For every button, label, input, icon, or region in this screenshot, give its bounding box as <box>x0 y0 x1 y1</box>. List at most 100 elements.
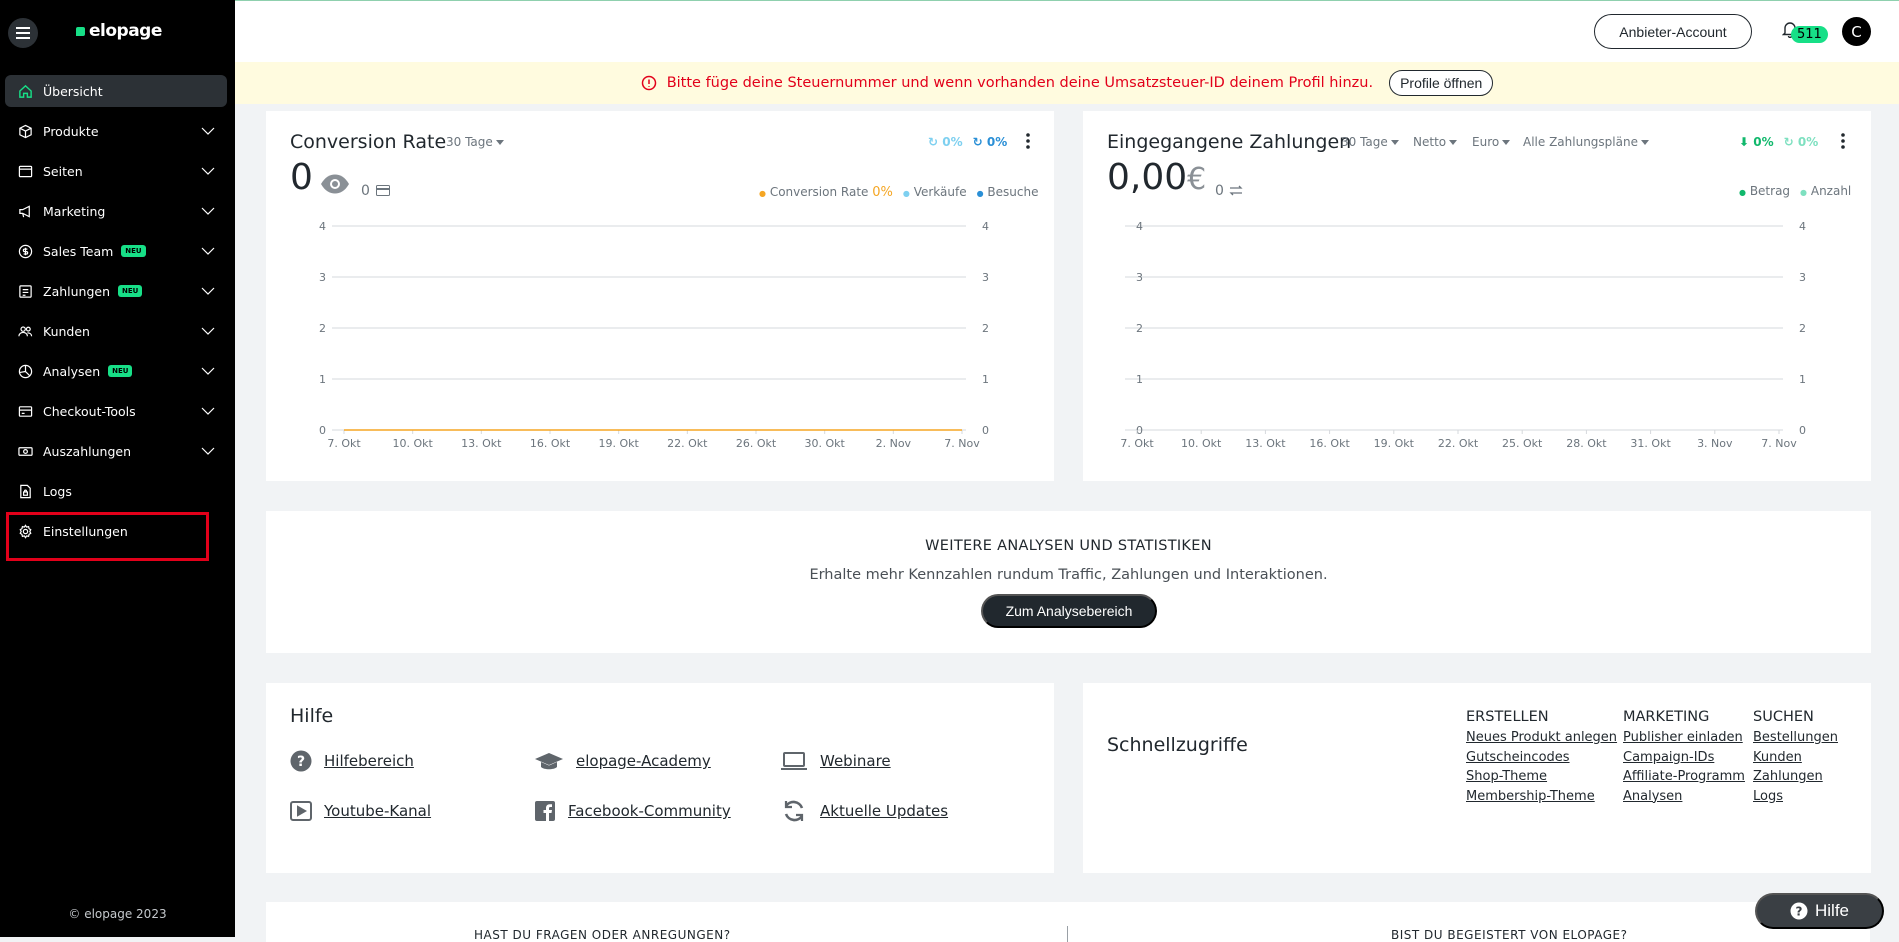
y-tick-label-left: 2 <box>319 322 326 335</box>
x-tick-label: 7. Nov <box>1761 437 1797 450</box>
sidebar-item-sales-team[interactable]: Sales Team NEU <box>5 235 227 267</box>
logo-mark-icon <box>76 26 85 36</box>
go-to-analytics-button[interactable]: Zum Analysebereich <box>981 594 1157 628</box>
x-tick-label: 30. Okt <box>804 437 845 450</box>
x-tick-label: 10. Okt <box>392 437 433 450</box>
sidebar-item-analysen[interactable]: Analysen NEU <box>5 355 227 387</box>
conversion-rate-card: Conversion Rate 30 Tage 0 0 ↻ 0% ↻ 0% ● … <box>266 111 1054 481</box>
analytics-promo-card: WEITERE ANALYSEN UND STATISTIKEN Erhalte… <box>266 511 1871 653</box>
sidebar-item-seiten[interactable]: Seiten <box>5 155 227 187</box>
browser-icon <box>17 163 33 179</box>
quick-link[interactable]: Shop-Theme <box>1466 767 1617 787</box>
x-tick-label: 31. Okt <box>1630 437 1671 450</box>
chevron-down-icon <box>201 447 215 455</box>
help-link-hilfebereich[interactable]: ? Hilfebereich <box>290 750 414 772</box>
sidebar-item-produkte[interactable]: Produkte <box>5 115 227 147</box>
box-icon <box>17 123 33 139</box>
money-icon <box>17 443 33 459</box>
y-tick-label-right: 1 <box>1799 373 1806 386</box>
sidebar-nav: Übersicht Produkte Seiten Marketing Sale… <box>5 75 227 555</box>
chart-pie-icon <box>17 363 33 379</box>
open-profile-button[interactable]: Profile öffnen <box>1389 70 1494 96</box>
laptop-icon <box>780 750 808 772</box>
help-link-academy[interactable]: elopage-Academy <box>534 750 711 772</box>
quick-column-search: SUCHEN Bestellungen Kunden Zahlungen Log… <box>1753 709 1838 806</box>
sidebar-item-uebersicht[interactable]: Übersicht <box>5 75 227 107</box>
y-tick-label-right: 3 <box>1799 271 1806 284</box>
x-tick-label: 22. Okt <box>1438 437 1479 450</box>
x-tick-label: 19. Okt <box>1374 437 1415 450</box>
help-card: Hilfe ? Hilfebereich elopage-Academy Web… <box>266 683 1054 873</box>
feedback-question-heading: HAST DU FRAGEN ODER ANREGUNGEN? <box>474 928 731 942</box>
sidebar-item-zahlungen[interactable]: Zahlungen NEU <box>5 275 227 307</box>
question-circle-icon: ? <box>1790 902 1808 920</box>
svg-text:?: ? <box>1796 905 1803 919</box>
sidebar-item-marketing[interactable]: Marketing <box>5 195 227 227</box>
quick-link[interactable]: Membership-Theme <box>1466 787 1617 807</box>
x-tick-label: 7. Nov <box>944 437 980 450</box>
quick-access-title: Schnellzugriffe <box>1107 734 1248 756</box>
quick-link[interactable]: Publisher einladen <box>1623 728 1745 748</box>
alert-circle-icon <box>641 75 656 91</box>
y-tick-label-left: 3 <box>319 271 326 284</box>
copyright: © elopage 2023 <box>68 907 167 921</box>
home-icon <box>17 83 33 99</box>
sidebar-item-checkout-tools[interactable]: Checkout-Tools <box>5 395 227 427</box>
new-badge: NEU <box>118 285 143 297</box>
x-tick-label: 22. Okt <box>667 437 708 450</box>
quick-link[interactable]: Logs <box>1753 787 1838 807</box>
menu-toggle-button[interactable] <box>8 18 38 48</box>
provider-account-button[interactable]: Anbieter-Account <box>1594 14 1752 49</box>
dollar-circle-icon <box>17 243 33 259</box>
y-tick-label-right: 4 <box>982 220 989 233</box>
chevron-down-icon <box>201 407 215 415</box>
elopage-logo[interactable]: elopage <box>76 21 162 41</box>
alert-text: Bitte füge deine Steuernummer und wenn v… <box>666 75 1374 91</box>
quick-link[interactable]: Campaign-IDs <box>1623 748 1745 768</box>
x-tick-label: 7. Okt <box>327 437 361 450</box>
x-tick-label: 13. Okt <box>1245 437 1286 450</box>
floating-help-button[interactable]: ? Hilfe <box>1755 893 1884 929</box>
quick-link[interactable]: Affiliate-Programm <box>1623 767 1745 787</box>
youtube-icon <box>290 800 312 822</box>
y-tick-label-left: 3 <box>1136 271 1143 284</box>
sidebar: elopage Übersicht Produkte Seiten Market… <box>0 0 235 937</box>
sidebar-item-auszahlungen[interactable]: Auszahlungen <box>5 435 227 467</box>
quick-link[interactable]: Neues Produkt anlegen <box>1466 728 1617 748</box>
y-tick-label-right: 0 <box>982 424 989 437</box>
help-link-facebook[interactable]: Facebook-Community <box>534 800 731 822</box>
y-tick-label-left: 1 <box>319 373 326 386</box>
svg-text:?: ? <box>297 754 305 770</box>
x-tick-label: 10. Okt <box>1181 437 1222 450</box>
help-link-youtube[interactable]: Youtube-Kanal <box>290 800 431 822</box>
tax-id-alert: Bitte füge deine Steuernummer und wenn v… <box>235 62 1899 104</box>
quick-link[interactable]: Gutscheincodes <box>1466 748 1617 768</box>
analytics-text: Erhalte mehr Kennzahlen rundum Traffic, … <box>809 567 1328 583</box>
chevron-down-icon <box>201 327 215 335</box>
x-tick-label: 16. Okt <box>530 437 571 450</box>
new-badge: NEU <box>108 365 133 377</box>
x-tick-label: 26. Okt <box>736 437 777 450</box>
sidebar-item-kunden[interactable]: Kunden <box>5 315 227 347</box>
quick-link[interactable]: Zahlungen <box>1753 767 1838 787</box>
question-circle-icon: ? <box>290 750 312 772</box>
y-tick-label-left: 0 <box>319 424 326 437</box>
avatar[interactable]: C <box>1842 17 1871 46</box>
y-tick-label-left: 4 <box>319 220 326 233</box>
facebook-icon <box>534 800 556 822</box>
sidebar-item-logs[interactable]: Logs <box>5 475 227 507</box>
divider <box>1067 926 1068 942</box>
help-link-updates[interactable]: Aktuelle Updates <box>780 800 948 822</box>
help-link-webinare[interactable]: Webinare <box>780 750 891 772</box>
hamburger-icon <box>16 32 30 34</box>
x-tick-label: 25. Okt <box>1502 437 1543 450</box>
quick-link[interactable]: Analysen <box>1623 787 1745 807</box>
x-tick-label: 28. Okt <box>1566 437 1607 450</box>
notification-count-badge[interactable]: 511 <box>1791 26 1828 43</box>
quick-link[interactable]: Bestellungen <box>1753 728 1838 748</box>
chevron-down-icon <box>201 167 215 175</box>
quick-link[interactable]: Kunden <box>1753 748 1838 768</box>
y-tick-label-right: 1 <box>982 373 989 386</box>
new-badge: NEU <box>121 245 146 257</box>
refresh-icon <box>780 800 808 822</box>
